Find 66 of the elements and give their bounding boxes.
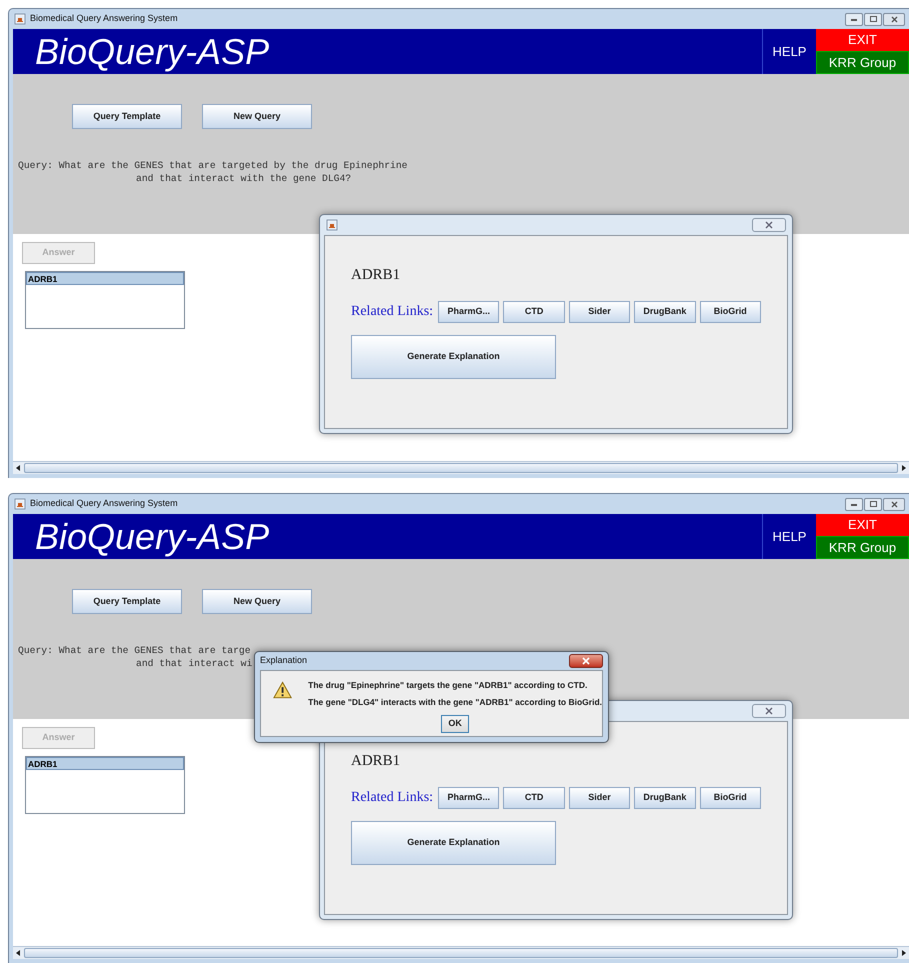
link-button[interactable]: DrugBank xyxy=(634,300,696,322)
gene-name: ADRB1 xyxy=(351,266,402,285)
minimize-icon xyxy=(851,18,857,20)
ok-button[interactable]: OK xyxy=(441,714,470,732)
close-icon xyxy=(765,707,773,715)
toolbar-button[interactable]: Query Template xyxy=(72,589,182,614)
maximize-button[interactable] xyxy=(864,12,882,26)
close-button[interactable] xyxy=(883,498,905,510)
close-button[interactable] xyxy=(883,12,905,26)
java-cup-icon xyxy=(14,498,26,510)
link-button[interactable]: PharmG... xyxy=(438,300,500,322)
app-logo: BioQuery-ASP xyxy=(34,515,270,559)
scroll-right-icon xyxy=(900,464,908,472)
link-button[interactable]: DrugBank xyxy=(634,786,696,808)
exit-button[interactable]: EXIT xyxy=(816,514,909,536)
close-icon xyxy=(890,500,898,508)
minimize-button[interactable] xyxy=(845,12,863,26)
explanation-text: The gene "DLG4" interacts with the gene "ADRB1" according to BioGrid. xyxy=(308,696,602,708)
link-button[interactable]: BioGrid xyxy=(700,300,761,322)
window-title: Biomedical Query Answering System xyxy=(30,497,178,510)
link-button[interactable]: Sider xyxy=(568,786,630,808)
dialog-title: Explanation xyxy=(260,654,308,668)
maximize-icon xyxy=(870,501,876,507)
window-title: Biomedical Query Answering System xyxy=(30,12,178,26)
krr-group-button[interactable]: KRR Group xyxy=(816,51,909,74)
link-button[interactable]: PharmG... xyxy=(438,786,500,808)
minimize-icon xyxy=(851,502,857,506)
exit-button[interactable]: EXIT xyxy=(816,29,909,51)
answer-item[interactable]: ADRB1 xyxy=(26,272,184,285)
query-text: Query: What are the GENES that are targeted by the drug Epinephrine xyxy=(18,159,408,172)
close-button[interactable] xyxy=(569,654,603,668)
scroll-right-icon xyxy=(900,949,908,957)
toolbar-button[interactable]: Query Template xyxy=(72,104,182,129)
query-text: and that interact wi xyxy=(136,657,252,670)
toolbar-button[interactable]: New Query xyxy=(202,104,312,129)
app-logo: BioQuery-ASP xyxy=(34,30,270,74)
scroll-left-icon xyxy=(14,464,22,472)
close-icon xyxy=(890,16,898,22)
generate-explanation-button[interactable]: Generate Explanation xyxy=(351,820,556,864)
gene-name: ADRB1 xyxy=(351,752,402,771)
link-button[interactable]: CTD xyxy=(503,300,565,322)
close-icon xyxy=(582,657,590,665)
link-button[interactable]: Sider xyxy=(568,300,630,322)
maximize-icon xyxy=(870,16,876,22)
horizontal-scrollbar[interactable] xyxy=(13,946,909,959)
query-text: and that interact with the gene DLG4? xyxy=(136,172,352,185)
query-text: Query: What are the GENES that are targe xyxy=(18,644,251,657)
link-button[interactable]: CTD xyxy=(503,786,565,808)
close-button[interactable] xyxy=(752,704,786,718)
java-cup-icon xyxy=(14,13,26,25)
scroll-left-icon xyxy=(14,949,22,957)
explanation-text: The drug "Epinephrine" targets the gene "ADRB1" according to CTD. xyxy=(308,679,588,692)
warning-icon xyxy=(273,681,292,699)
maximize-button[interactable] xyxy=(864,498,882,510)
toolbar-button[interactable]: New Query xyxy=(202,589,312,614)
java-cup-icon xyxy=(326,219,338,231)
related-links-label: Related Links: xyxy=(351,303,434,321)
close-icon xyxy=(765,221,773,229)
related-links-label: Related Links: xyxy=(351,789,434,807)
krr-group-button[interactable]: KRR Group xyxy=(816,536,909,559)
generate-explanation-button[interactable]: Generate Explanation xyxy=(351,334,556,378)
minimize-button[interactable] xyxy=(845,498,863,510)
close-button[interactable] xyxy=(752,218,786,232)
horizontal-scrollbar[interactable] xyxy=(13,461,909,474)
answer-item[interactable]: ADRB1 xyxy=(26,757,184,770)
link-button[interactable]: BioGrid xyxy=(700,786,761,808)
